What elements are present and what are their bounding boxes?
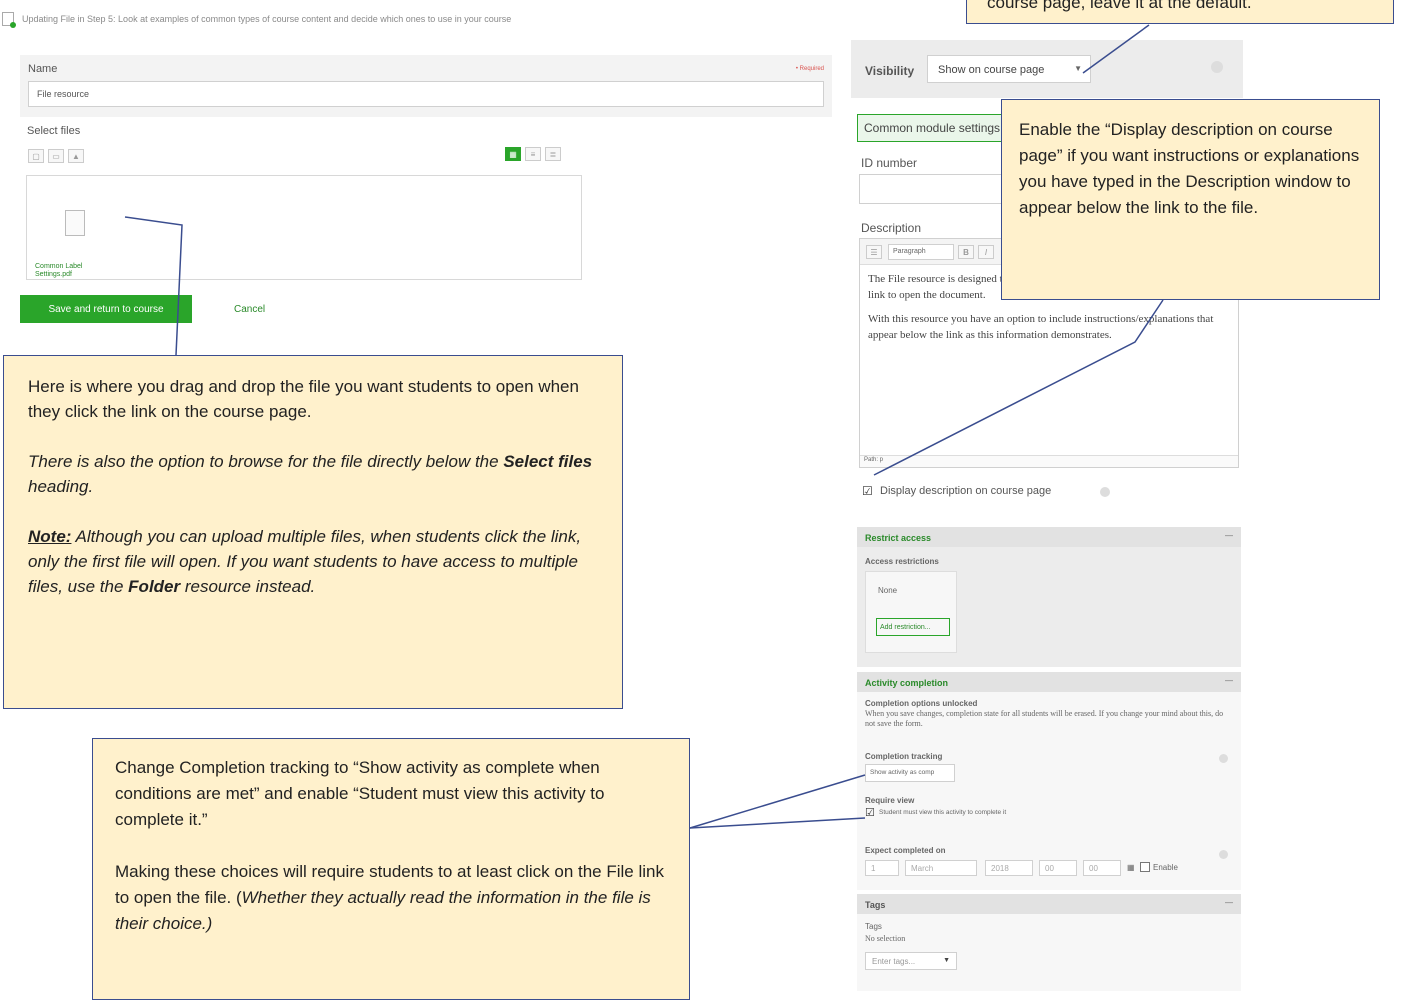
callout-drag-drop: Here is where you drag and drop the file…	[3, 355, 623, 709]
callout-completion-p2: Making these choices will require studen…	[115, 862, 664, 933]
callout-display-description: Enable the “Display description on cours…	[1001, 99, 1380, 300]
callout-drag-drop-body: Here is where you drag and drop the file…	[28, 374, 608, 599]
callout-drag-drop-p2: There is also the option to browse for t…	[28, 452, 593, 496]
connector-display-desc	[873, 299, 1164, 476]
callout-completion-body: Change Completion tracking to “Show acti…	[115, 755, 675, 937]
callout-visibility-text: course page, leave it at the default.	[987, 0, 1252, 12]
callout-display-description-text: Enable the “Display description on cours…	[1019, 120, 1360, 217]
callout-completion: Change Completion tracking to “Show acti…	[92, 738, 690, 1000]
callout-drag-drop-p1: Here is where you drag and drop the file…	[28, 377, 579, 421]
connector-visibility	[1082, 24, 1150, 74]
callout-drag-drop-p3: Note: Although you can upload multiple f…	[28, 527, 582, 596]
callout-completion-p1: Change Completion tracking to “Show acti…	[115, 758, 605, 829]
connector-drag-drop	[124, 216, 183, 356]
callout-visibility: course page, leave it at the default.	[966, 0, 1394, 24]
